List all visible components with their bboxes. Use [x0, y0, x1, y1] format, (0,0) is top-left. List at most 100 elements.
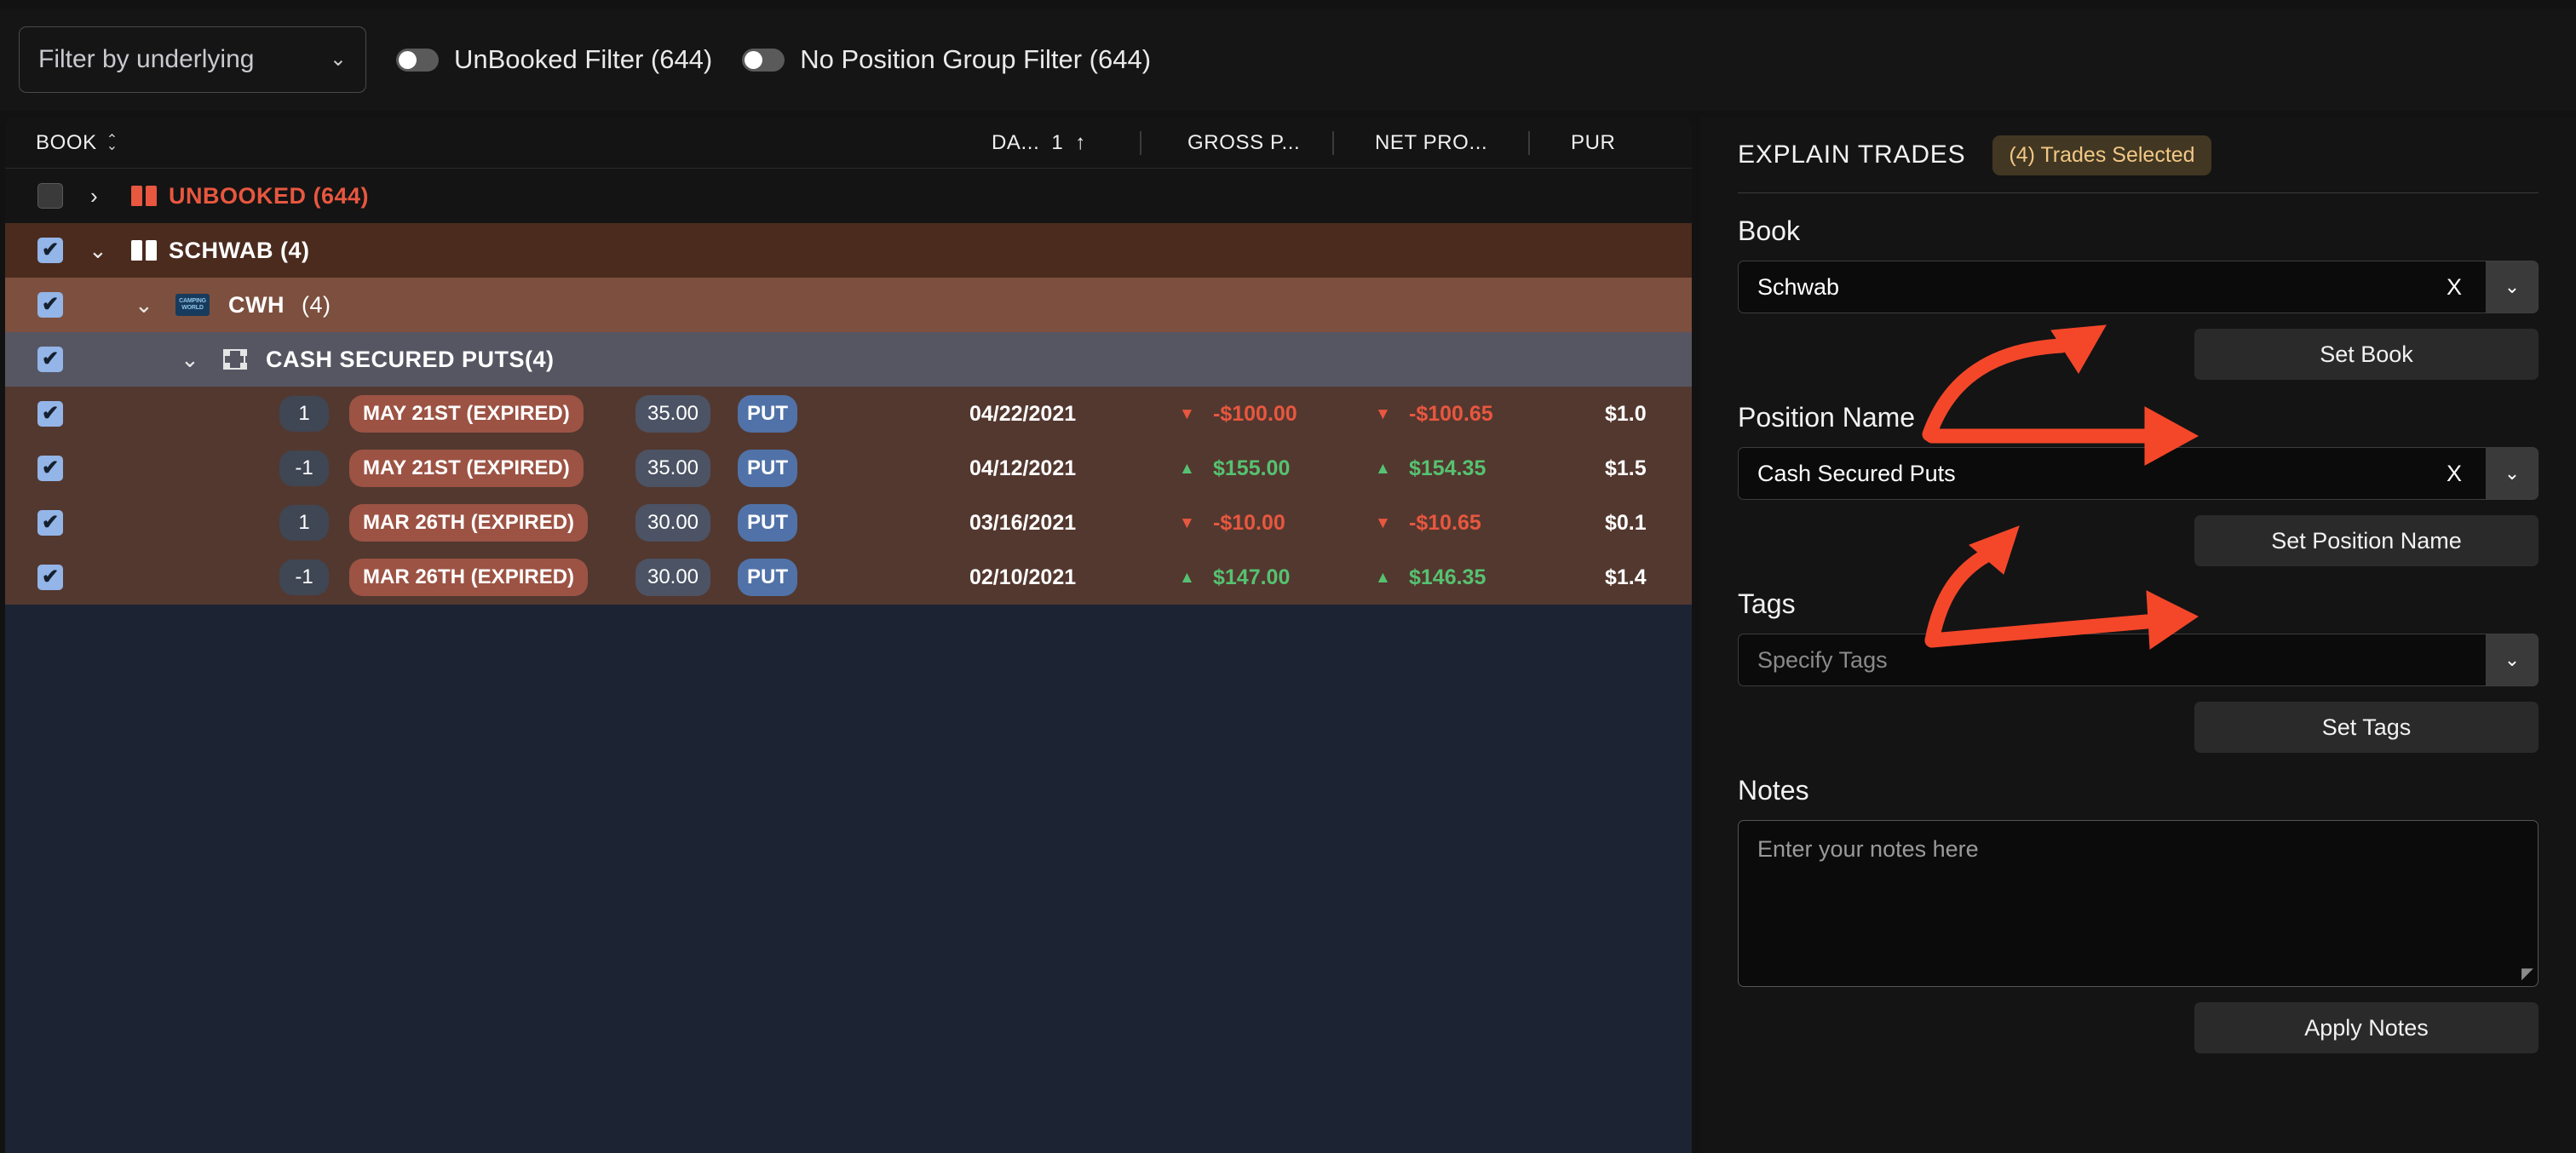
trend-down-icon: ▼: [1375, 404, 1391, 423]
underlying-filter-select[interactable]: Filter by underlying ⌄: [19, 26, 366, 93]
trade-expiration-badge: MAY 21ST (EXPIRED): [349, 395, 584, 433]
tags-dropdown-toggle[interactable]: ⌄: [2486, 634, 2539, 686]
sort-icon[interactable]: ⌃ ⌄: [106, 133, 118, 152]
tree-row-cash-secured-puts[interactable]: ⌄ CASH SECURED PUTS(4): [5, 332, 1692, 387]
resize-handle-icon[interactable]: ◥: [2521, 965, 2533, 983]
table-row[interactable]: 1 MAR 26TH (EXPIRED) 30.00 PUT 03/16/202…: [5, 496, 1692, 550]
trade-quantity: -1: [279, 450, 329, 486]
tree-row-label: CASH SECURED PUTS(4): [266, 346, 555, 372]
set-book-button[interactable]: Set Book: [2194, 329, 2539, 380]
trade-strike: 35.00: [635, 450, 710, 487]
trade-purchase-price: $0.1: [1605, 510, 1647, 535]
unbooked-filter-label: UnBooked Filter (644): [454, 44, 713, 74]
trade-expiration-badge: MAY 21ST (EXPIRED): [349, 450, 584, 487]
trade-purchase-price: $1.0: [1605, 401, 1647, 426]
chevron-down-icon[interactable]: ⌄: [89, 239, 107, 261]
tree-row-cwh[interactable]: ⌄ CAMPINGWORLD CWH (4): [5, 278, 1692, 332]
tree-row-label: CWH: [228, 291, 285, 318]
position-name-dropdown-toggle[interactable]: ⌄: [2486, 447, 2539, 500]
toggle-switch-track[interactable]: [742, 48, 785, 72]
column-header-book[interactable]: BOOK ⌃ ⌄: [36, 131, 118, 155]
chevron-right-icon[interactable]: ›: [90, 185, 98, 207]
row-checkbox[interactable]: [37, 456, 63, 481]
grid-header-row: BOOK ⌃ ⌄ DA... 1 ↑ GROSS P... NET PRO... …: [5, 118, 1692, 169]
grid-body: › UNBOOKED (644) ⌄ SCHWAB (4) ⌄: [5, 169, 1692, 1153]
tags-section-label: Tags: [1738, 588, 1796, 619]
trade-date: 02/10/2021: [969, 565, 1077, 589]
clear-icon[interactable]: X: [2441, 274, 2467, 301]
row-checkbox-wrap[interactable]: [37, 401, 63, 427]
table-row[interactable]: 1 MAY 21ST (EXPIRED) 35.00 PUT 04/22/202…: [5, 387, 1692, 441]
camping-world-logo-icon: CAMPING WORLD: [175, 294, 210, 316]
tags-field-row: Specify Tags ⌄: [1738, 634, 2539, 686]
book-input[interactable]: Schwab X: [1738, 261, 2486, 313]
trend-up-icon: ▲: [1179, 459, 1195, 478]
row-checkbox-wrap[interactable]: [37, 183, 63, 209]
clear-icon[interactable]: X: [2441, 461, 2467, 487]
no-position-group-filter-toggle[interactable]: No Position Group Filter (644): [742, 44, 1151, 75]
tree-row-count: (4): [302, 291, 331, 318]
notes-section-label: Notes: [1738, 775, 1809, 806]
column-divider: [1332, 131, 1334, 155]
trade-option-type-badge: PUT: [738, 395, 797, 433]
row-checkbox[interactable]: [37, 347, 63, 372]
trade-date: 04/12/2021: [969, 456, 1077, 480]
table-row[interactable]: -1 MAR 26TH (EXPIRED) 30.00 PUT 02/10/20…: [5, 550, 1692, 605]
trend-down-icon: ▼: [1375, 513, 1391, 532]
row-checkbox[interactable]: [37, 292, 63, 318]
set-tags-button[interactable]: Set Tags: [2194, 702, 2539, 753]
position-name-field-row: Cash Secured Puts X ⌄: [1738, 447, 2539, 500]
book-field-row: Schwab X ⌄: [1738, 261, 2539, 313]
trade-quantity: -1: [279, 559, 329, 595]
position-name-input-value: Cash Secured Puts: [1757, 460, 1956, 486]
row-checkbox-wrap[interactable]: [37, 238, 63, 263]
row-checkbox-wrap[interactable]: [37, 292, 63, 318]
tree-row-unbooked[interactable]: › UNBOOKED (644): [5, 169, 1692, 223]
tree-row-label: SCHWAB (4): [169, 237, 310, 263]
column-header-date[interactable]: DA... 1 ↑: [992, 131, 1086, 155]
toggle-switch-knob: [745, 50, 763, 69]
position-name-input[interactable]: Cash Secured Puts X: [1738, 447, 2486, 500]
column-header-date-label: DA...: [992, 130, 1040, 154]
row-checkbox[interactable]: [37, 238, 63, 263]
explain-trades-panel: EXPLAIN TRADES (4) Trades Selected Book …: [1700, 118, 2576, 1153]
chevron-down-icon[interactable]: ⌄: [181, 348, 199, 370]
book-dropdown-toggle[interactable]: ⌄: [2486, 261, 2539, 313]
toggle-switch-track[interactable]: [396, 48, 439, 72]
position-group-icon: [223, 349, 245, 370]
chevron-down-icon[interactable]: ⌄: [135, 294, 153, 316]
status-badge: (4) Trades Selected: [1992, 135, 2211, 175]
trades-grid: BOOK ⌃ ⌄ DA... 1 ↑ GROSS P... NET PRO... …: [5, 118, 1692, 1153]
column-header-gross-profit[interactable]: GROSS P...: [1187, 131, 1300, 155]
trend-down-icon: ▼: [1179, 513, 1195, 532]
trade-net-profit: $146.35: [1409, 565, 1486, 589]
book-input-value: Schwab: [1757, 273, 1840, 300]
row-checkbox-wrap[interactable]: [37, 347, 63, 372]
apply-notes-button[interactable]: Apply Notes: [2194, 1002, 2539, 1053]
row-checkbox-wrap[interactable]: [37, 565, 63, 590]
tree-row-schwab[interactable]: ⌄ SCHWAB (4): [5, 223, 1692, 278]
unbooked-filter-toggle[interactable]: UnBooked Filter (644): [396, 44, 712, 75]
sort-ascending-icon[interactable]: ↑: [1075, 131, 1086, 155]
row-checkbox[interactable]: [37, 565, 63, 590]
book-button-row: Set Book: [1738, 329, 2539, 380]
column-header-net-profit[interactable]: NET PRO...: [1375, 131, 1487, 155]
chevron-down-icon: ⌄: [329, 48, 347, 71]
set-position-name-button[interactable]: Set Position Name: [2194, 515, 2539, 566]
no-position-group-filter-label: No Position Group Filter (644): [800, 44, 1152, 74]
book-icon: [131, 240, 157, 261]
row-checkbox[interactable]: [37, 510, 63, 536]
table-row[interactable]: -1 MAY 21ST (EXPIRED) 35.00 PUT 04/12/20…: [5, 441, 1692, 496]
tags-input[interactable]: Specify Tags: [1738, 634, 2486, 686]
row-checkbox-wrap[interactable]: [37, 456, 63, 481]
notes-textarea[interactable]: Enter your notes here ◥: [1738, 820, 2539, 987]
row-checkbox[interactable]: [37, 183, 63, 209]
row-checkbox[interactable]: [37, 401, 63, 427]
trade-purchase-price: $1.5: [1605, 456, 1647, 480]
tree-row-label: UNBOOKED (644): [169, 182, 370, 209]
column-header-purchase[interactable]: PUR: [1571, 131, 1615, 155]
column-divider: [1528, 131, 1530, 155]
trade-quantity: 1: [279, 396, 329, 432]
notes-placeholder: Enter your notes here: [1757, 836, 1979, 862]
row-checkbox-wrap[interactable]: [37, 510, 63, 536]
